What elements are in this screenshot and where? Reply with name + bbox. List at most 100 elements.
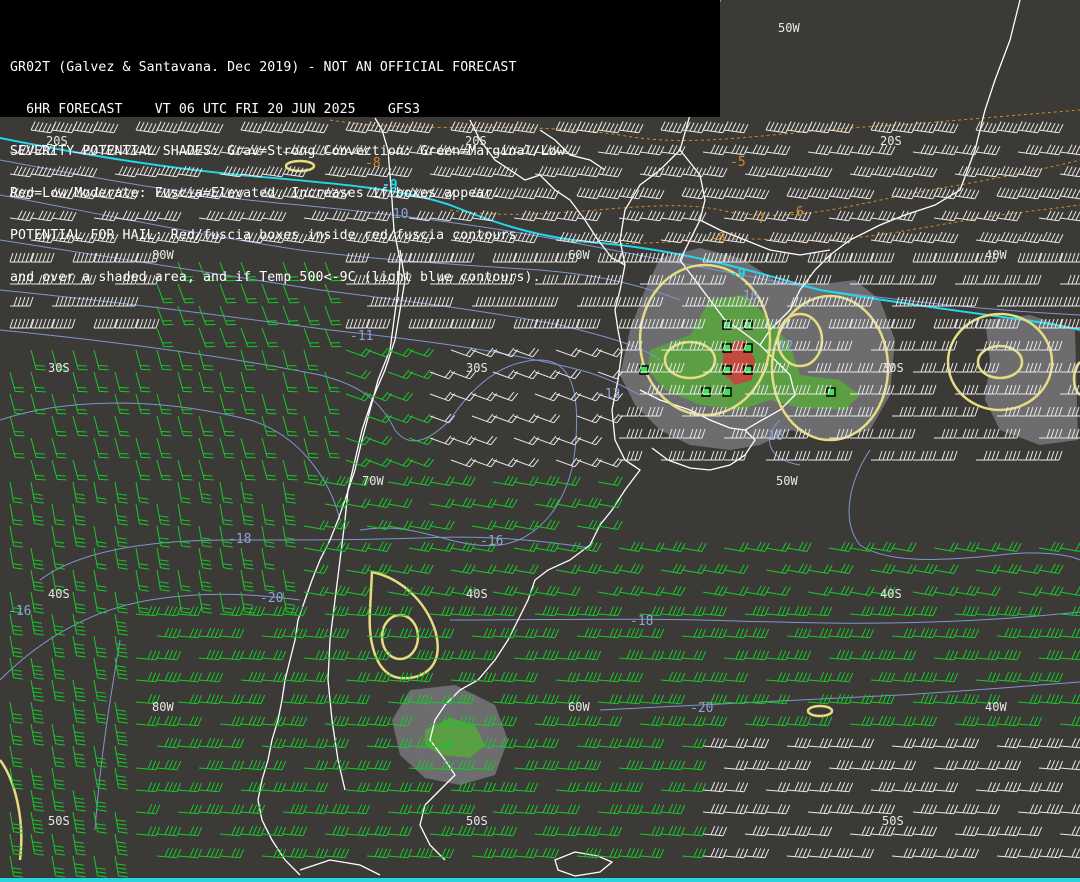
wind-barb bbox=[975, 564, 1001, 574]
wind-barb bbox=[30, 591, 44, 614]
wind-barb bbox=[366, 847, 392, 859]
wind-barb bbox=[1038, 187, 1064, 200]
wind-barb bbox=[576, 605, 602, 617]
wind-barb bbox=[786, 847, 812, 859]
wind-barb bbox=[723, 144, 749, 156]
potential-contour-small-south bbox=[806, 704, 834, 718]
wind-barb bbox=[807, 564, 833, 574]
wind-barb bbox=[870, 252, 895, 263]
wind-barb bbox=[240, 371, 256, 393]
wind-barb bbox=[93, 318, 118, 329]
wind-barb bbox=[891, 542, 917, 552]
wind-barb bbox=[744, 605, 770, 617]
wind-barb bbox=[135, 459, 151, 481]
wind-barb bbox=[156, 349, 172, 371]
wind-barb bbox=[702, 627, 728, 639]
wind-barb bbox=[30, 811, 44, 834]
wind-barb bbox=[955, 428, 979, 439]
wind-barb bbox=[870, 693, 896, 705]
wind-barb bbox=[471, 520, 497, 530]
wind-barb bbox=[807, 672, 833, 683]
wind-barb bbox=[786, 781, 812, 793]
wind-barb bbox=[135, 371, 151, 393]
wind-barb bbox=[72, 679, 86, 702]
temp-label-minus-11: -11 bbox=[350, 329, 373, 344]
wind-barb bbox=[996, 605, 1022, 617]
wind-barb bbox=[198, 349, 214, 371]
wind-barb bbox=[828, 737, 854, 749]
wind-barb bbox=[849, 650, 875, 661]
wind-barb bbox=[282, 693, 308, 705]
wind-barb bbox=[513, 564, 539, 574]
wind-barb bbox=[156, 649, 182, 661]
wind-barb bbox=[891, 231, 917, 244]
wind-barb bbox=[303, 848, 329, 859]
wind-barb bbox=[1038, 759, 1064, 771]
wind-barb bbox=[429, 586, 455, 596]
wind-barb bbox=[912, 144, 938, 156]
wind-barb bbox=[30, 767, 44, 790]
lat-label-30s-right: 30S bbox=[882, 361, 904, 375]
wind-barb bbox=[954, 187, 980, 200]
wind-barb bbox=[282, 847, 308, 859]
wind-barb bbox=[93, 547, 107, 570]
wind-barb bbox=[933, 848, 959, 859]
wind-barb bbox=[996, 627, 1022, 639]
wind-barb bbox=[303, 459, 319, 481]
wind-barb bbox=[240, 393, 256, 415]
wind-barb bbox=[807, 144, 833, 156]
lat-label-30s-left: 30S bbox=[48, 361, 70, 375]
wind-barb bbox=[240, 671, 266, 683]
wind-barb bbox=[807, 165, 833, 178]
wind-barb bbox=[765, 672, 791, 683]
wind-barb bbox=[954, 847, 980, 859]
wind-barb bbox=[177, 694, 203, 705]
wind-barb bbox=[471, 628, 497, 639]
wind-barb bbox=[849, 760, 875, 771]
wind-barb bbox=[765, 231, 791, 244]
wind-barb bbox=[282, 503, 296, 526]
wind-barb bbox=[912, 693, 938, 705]
wind-barb bbox=[240, 825, 266, 837]
wind-barb bbox=[219, 650, 245, 661]
wind-barb bbox=[933, 564, 959, 574]
wind-barb bbox=[387, 476, 413, 486]
wind-barb bbox=[1059, 738, 1080, 749]
wind-barb bbox=[681, 672, 707, 683]
wind-barb bbox=[114, 547, 128, 570]
wind-barb bbox=[72, 459, 88, 481]
wind-barb bbox=[555, 606, 581, 617]
wind-barb bbox=[282, 627, 308, 639]
wind-barb bbox=[261, 738, 287, 749]
wind-barb bbox=[72, 701, 86, 724]
wind-barb bbox=[135, 672, 161, 683]
wind-barb bbox=[744, 759, 770, 771]
wind-barb bbox=[1038, 737, 1064, 749]
wind-barb bbox=[996, 715, 1022, 727]
wind-barb bbox=[576, 649, 602, 661]
wind-barb bbox=[450, 563, 476, 574]
wind-barb bbox=[618, 781, 644, 793]
wind-barb bbox=[996, 231, 1022, 244]
wind-barb bbox=[996, 121, 1022, 134]
wind-barb bbox=[807, 848, 833, 859]
wind-barb bbox=[240, 569, 254, 592]
wind-barb bbox=[135, 349, 151, 371]
wind-barb bbox=[913, 450, 937, 461]
wind-barb bbox=[1017, 804, 1043, 815]
wind-barb bbox=[408, 541, 434, 552]
lon-label-40w-upper: 40W bbox=[985, 248, 1007, 262]
wind-barb bbox=[913, 362, 937, 373]
wind-barb bbox=[723, 210, 749, 222]
wind-barb bbox=[282, 481, 296, 504]
wind-barb bbox=[324, 327, 342, 348]
wind-barb bbox=[345, 804, 371, 815]
wind-barb bbox=[913, 274, 937, 285]
wind-barb bbox=[555, 716, 581, 727]
wind-barb bbox=[996, 210, 1022, 222]
wind-barb bbox=[849, 694, 875, 705]
wind-barb bbox=[261, 393, 277, 415]
wind-barb bbox=[765, 252, 790, 263]
wind-barb bbox=[261, 459, 277, 481]
wind-barb bbox=[912, 781, 938, 793]
